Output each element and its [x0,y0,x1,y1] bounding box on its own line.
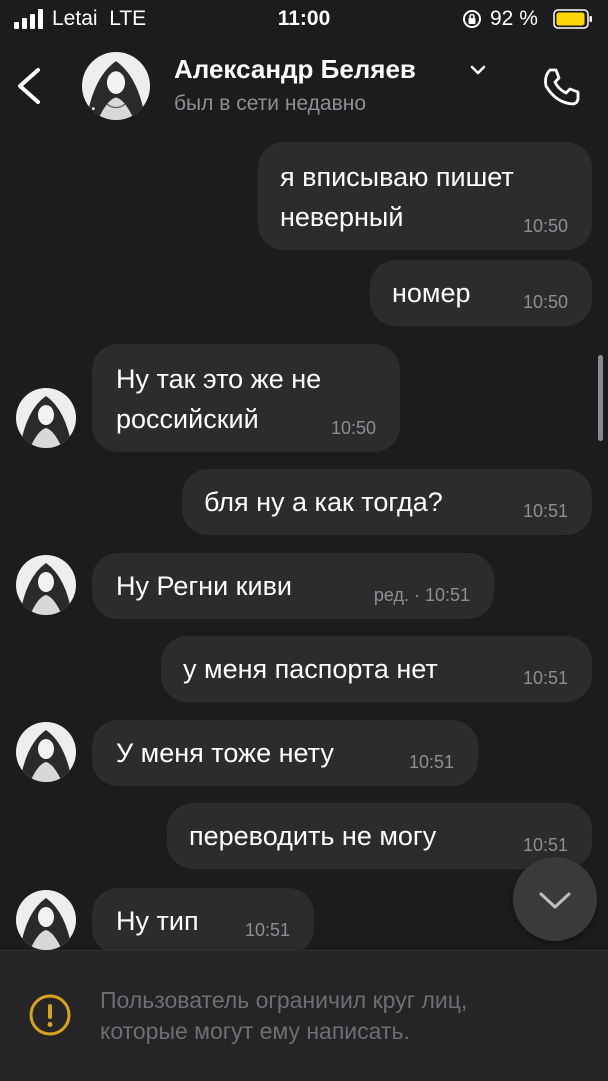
message-text: У меня тоже нету [116,738,334,768]
icon-portrait-image [16,555,76,615]
scroll-to-bottom-button[interactable] [513,857,597,941]
rotation-lock-icon [463,10,481,28]
message-outgoing[interactable]: бля ну а как тогда? 10:51 [182,469,592,535]
icon-portrait-image [82,52,150,120]
message-time: 10:51 [522,501,568,521]
message-time: 10:50 [522,292,568,312]
notice-text: Пользователь ограничил круг лиц, которые… [100,985,467,1047]
message-incoming[interactable]: У меня тоже нету 10:51 [92,720,478,786]
message-time: 10:51 [522,668,568,688]
back-button[interactable] [10,62,50,110]
chevron-down-icon [539,892,571,909]
chevron-down-icon[interactable] [468,62,488,78]
message-text: российский [116,404,259,434]
message-time: 10:51 [522,835,568,855]
message-outgoing[interactable]: у меня паспорта нет 10:51 [161,636,592,702]
message-outgoing[interactable]: я вписываю пишет неверный 10:50 [258,142,592,250]
message-text: номер [392,278,471,308]
message-outgoing[interactable]: номер 10:50 [370,260,592,326]
battery-percent: 92 % [490,7,538,30]
icon-portrait-image [16,722,76,782]
sender-avatar[interactable] [16,388,76,448]
message-text: у меня паспорта нет [183,654,438,684]
restriction-notice: Пользователь ограничил круг лиц, которые… [0,950,608,1081]
scrollbar[interactable] [598,355,603,441]
message-incoming[interactable]: Ну Регни киви ред. · 10:51 [92,553,494,619]
icon-portrait-image [16,388,76,448]
message-time: 10:51 [244,920,290,940]
contact-status: был в сети недавно [174,92,367,115]
chat-header: Александр Беляев был в сети недавно [0,40,608,136]
sender-avatar[interactable] [16,555,76,615]
message-text: Ну тип [116,906,199,936]
message-text: я вписываю пишет [280,162,514,192]
warning-icon [29,994,71,1036]
sender-avatar[interactable] [16,722,76,782]
message-text: переводить не могу [189,821,437,851]
message-text: Ну Регни киви [116,571,293,601]
message-time: ред. · 10:51 [373,585,470,605]
message-incoming[interactable]: Ну тип 10:51 [92,888,314,954]
message-text: Ну так это же не [116,364,322,394]
phone-icon[interactable] [538,64,584,110]
status-bar: Letai LTE 11:00 92 % [0,0,608,40]
message-time: 10:50 [522,216,568,236]
message-text: бля ну а как тогда? [204,487,443,517]
notice-line: которые могут ему написать. [100,1018,410,1044]
contact-name[interactable]: Александр Беляев [174,54,416,85]
message-text: неверный [280,202,404,232]
battery-icon [553,9,592,29]
message-time: 10:51 [408,752,454,772]
sender-avatar[interactable] [16,890,76,950]
icon-portrait-image [16,890,76,950]
contact-avatar[interactable] [82,52,150,120]
message-time: 10:50 [330,418,376,438]
notice-line: Пользователь ограничил круг лиц, [100,987,468,1013]
message-incoming[interactable]: Ну так это же не российский 10:50 [92,344,400,452]
